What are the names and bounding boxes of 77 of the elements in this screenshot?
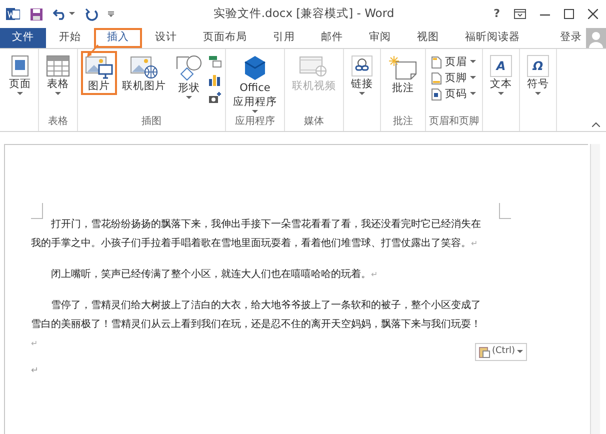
glyph-icon: A (490, 55, 512, 77)
ribbon-button[interactable]: 形状 (171, 51, 207, 102)
ribbon-button[interactable]: A 文本 (486, 51, 516, 98)
paragraph: 打开门，雪花纷纷扬扬的飘落下来，我伸出手接下一朵雪花看看了看，我还没看完时它已经消失在我的手掌之中。小孩子们手拉着手唱着歌在雪地里面玩耍着，看着他们堆雪球、打雪仗露出了笑容。↵ (31, 218, 482, 251)
ribbon-button[interactable]: Ω 符号 (523, 51, 553, 98)
shapes-icon (175, 55, 203, 81)
page-icon (431, 72, 442, 84)
screenshot-icon (208, 91, 222, 104)
page-icon (11, 55, 29, 77)
link-icon (351, 55, 373, 77)
word-logo-icon (6, 7, 20, 21)
ribbon-button[interactable]: 页面 (5, 51, 35, 98)
ribbon-display-icon[interactable] (514, 9, 526, 19)
page-icon (431, 88, 442, 100)
ribbon-small-button[interactable]: 页脚 (429, 71, 478, 85)
collapse-ribbon-icon[interactable] (592, 122, 600, 127)
maximize-icon[interactable] (564, 9, 574, 19)
undo-icon[interactable] (53, 8, 67, 20)
ribbon-button[interactable]: 表格 (42, 51, 74, 98)
caret-icon (517, 350, 524, 354)
redo-icon[interactable] (85, 8, 98, 20)
caret-icon (470, 76, 476, 80)
ribbon-tab[interactable]: 开始 (46, 28, 94, 48)
scrollbar[interactable] (590, 144, 600, 434)
caret-icon (252, 110, 258, 114)
comment-icon (388, 55, 418, 81)
chart-icon (208, 73, 222, 86)
help-button[interactable]: ? (494, 6, 500, 22)
office-store-icon (243, 55, 267, 81)
caret-icon (535, 92, 541, 96)
clipboard-icon (479, 346, 490, 358)
ribbon-tab[interactable]: 页面布局 (190, 28, 260, 48)
group-label: 页眉和页脚 (429, 114, 479, 128)
group-label: 插图 (142, 114, 162, 128)
caret-icon (69, 12, 75, 16)
video-icon (299, 55, 329, 79)
table-icon (46, 55, 70, 77)
ribbon-small-button[interactable]: 页眉 (429, 55, 478, 69)
page-icon (431, 56, 442, 68)
caret-icon (498, 92, 504, 96)
online-picture-icon (130, 55, 158, 79)
ribbon-button[interactable]: 图片 (81, 51, 117, 95)
sign-in-link[interactable]: 登录 (556, 28, 586, 48)
paragraph-mark: ↵ (31, 365, 39, 378)
paragraph: 闭上嘴听，笑声已经传满了整个小区，就连大人们也在嘻嘻哈哈的玩着。↵ (50, 268, 379, 282)
paste-options-button[interactable]: (Ctrl) (475, 343, 528, 360)
ribbon-tab[interactable]: 文件 (0, 28, 46, 48)
caret-icon (17, 92, 23, 96)
group-label: 应用程序 (235, 114, 275, 128)
group-label: 表格 (48, 114, 68, 128)
ribbon-button[interactable]: 链接 (347, 51, 377, 98)
save-icon[interactable] (30, 8, 43, 20)
caret-icon (359, 92, 365, 96)
window-title: 实验文件.docx [兼容模式] - Word (212, 5, 396, 22)
ribbon-tab[interactable]: 审阅 (356, 28, 404, 48)
ribbon-button[interactable]: Office 应用程序 (229, 51, 281, 116)
smartart-icon (208, 55, 222, 68)
close-icon[interactable] (588, 9, 598, 19)
group-label: 媒体 (304, 114, 324, 128)
arrow-drawing (86, 44, 100, 58)
ribbon-tab[interactable]: 视图 (404, 28, 452, 48)
ribbon-tab[interactable]: 引用 (260, 28, 308, 48)
ribbon-tab[interactable]: 福昕阅读器 (452, 28, 533, 48)
ribbon-small-button[interactable]: 页码 (429, 87, 478, 101)
caret-icon (470, 92, 476, 96)
caret-icon (55, 92, 61, 96)
ribbon-tab[interactable]: 插入 (94, 28, 142, 48)
ribbon-tab[interactable]: 邮件 (308, 28, 356, 48)
ribbon-tab[interactable]: 设计 (142, 28, 190, 48)
caret-icon (186, 96, 192, 100)
ribbon-button[interactable]: 联机图片 (118, 51, 170, 95)
customize-icon[interactable] (108, 11, 114, 17)
caret-icon (470, 60, 476, 64)
group-label: 批注 (393, 114, 413, 128)
ribbon-button[interactable]: 批注 (384, 51, 422, 97)
picture-icon (85, 55, 113, 79)
glyph-icon: Ω (527, 55, 549, 77)
